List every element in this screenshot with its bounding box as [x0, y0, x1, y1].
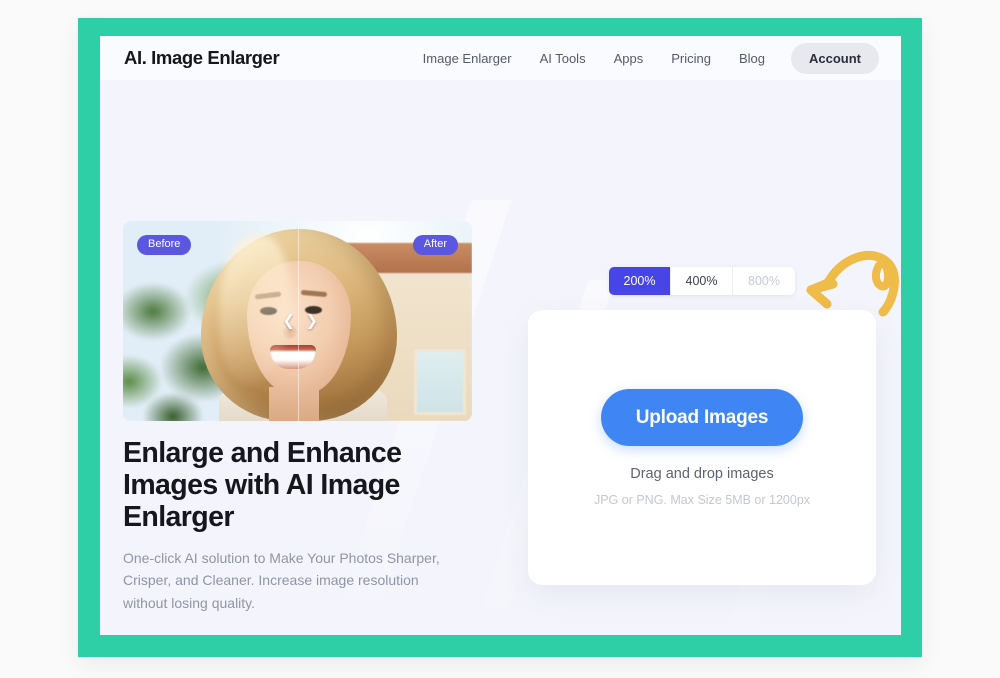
- drag-drop-label: Drag and drop images: [630, 466, 774, 482]
- before-after-comparison-slider[interactable]: ❮ ❯ Before After: [123, 221, 472, 421]
- page-body: ❮ ❯ Before After Enlarge and Enhance Ima…: [100, 80, 901, 635]
- hero-left-column: ❮ ❯ Before After Enlarge and Enhance Ima…: [123, 221, 473, 615]
- badge-after: After: [412, 235, 458, 255]
- nav-item-ai-tools[interactable]: AI Tools: [526, 51, 600, 66]
- account-button[interactable]: Account: [791, 42, 879, 74]
- main-nav: Image Enlarger AI Tools Apps Pricing Blo…: [409, 42, 879, 74]
- scale-tab-400[interactable]: 400%: [671, 267, 733, 295]
- scale-tab-800: 800%: [733, 267, 795, 295]
- badge-before: Before: [137, 235, 192, 255]
- nav-item-apps[interactable]: Apps: [600, 51, 658, 66]
- site-logo[interactable]: AI. Image Enlarger: [124, 47, 280, 69]
- browser-viewport: AI. Image Enlarger Image Enlarger AI Too…: [100, 36, 901, 635]
- upload-hint-label: JPG or PNG. Max Size 5MB or 1200px: [593, 493, 811, 507]
- upload-images-button[interactable]: Upload Images: [601, 389, 803, 446]
- scale-tab-200[interactable]: 200%: [609, 267, 671, 295]
- upload-dropzone-card[interactable]: Upload Images Drag and drop images JPG o…: [528, 310, 876, 585]
- site-header: AI. Image Enlarger Image Enlarger AI Too…: [100, 36, 901, 80]
- hero-subtext: One-click AI solution to Make Your Photo…: [123, 549, 440, 612]
- nav-item-image-enlarger[interactable]: Image Enlarger: [409, 51, 526, 66]
- slider-divider: [297, 221, 299, 421]
- photo-window: [414, 349, 466, 415]
- chevron-left-icon[interactable]: ❮: [283, 314, 296, 329]
- nav-item-blog[interactable]: Blog: [725, 51, 779, 66]
- scale-selector: 200% 400% 800%: [609, 267, 795, 295]
- nav-item-pricing[interactable]: Pricing: [657, 51, 725, 66]
- chevron-right-icon[interactable]: ❯: [306, 314, 319, 329]
- page-title: Enlarge and Enhance Images with AI Image…: [123, 437, 402, 533]
